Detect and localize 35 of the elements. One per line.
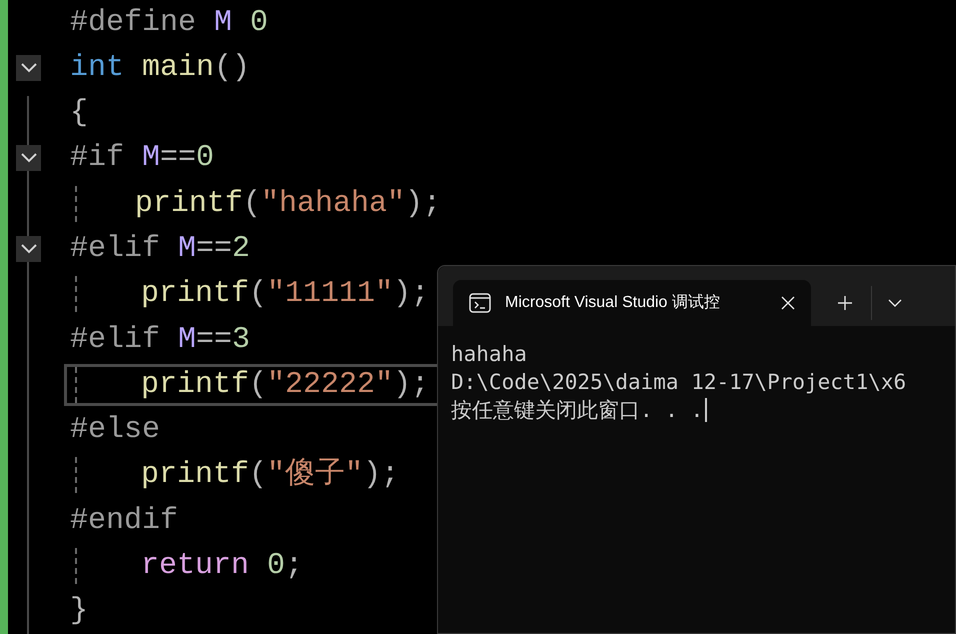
fold-toggle[interactable] (16, 236, 41, 262)
code-line: #elif M==3 (70, 322, 250, 359)
fold-toggle[interactable] (16, 145, 41, 172)
close-icon[interactable] (781, 296, 795, 310)
terminal-output-line: D:\Code\2025\daima 12-17\Project1\x6 (451, 369, 906, 396)
code-line: } (70, 593, 88, 630)
text-cursor (705, 398, 708, 422)
code-line: { (70, 95, 88, 132)
chevron-down-icon (20, 153, 36, 164)
code-line: #define M 0 (70, 4, 268, 42)
indent-guide (75, 276, 77, 312)
indent-guide (75, 366, 77, 403)
code-line: printf("傻子"); (141, 456, 400, 494)
code-line: printf("22222"); (141, 366, 430, 404)
code-line: #else (70, 412, 160, 450)
indent-guide (75, 186, 77, 222)
code-line: printf("hahaha"); (134, 186, 441, 223)
code-line: int main() (70, 50, 250, 87)
indent-guide (75, 548, 77, 584)
terminal-output-line: hahaha (451, 341, 527, 368)
chevron-down-icon (20, 62, 36, 73)
fold-toggle[interactable] (16, 54, 41, 81)
code-line: #if M==0 (70, 140, 214, 178)
chevron-down-icon (20, 244, 36, 254)
terminal-output-line: 按任意键关闭此窗口. . . (451, 397, 704, 424)
console-icon (469, 293, 491, 313)
terminal-tab[interactable]: Microsoft Visual Studio 调试控 (453, 280, 811, 326)
code-line: return 0; (141, 548, 304, 586)
indent-guide (75, 457, 77, 494)
dropdown-icon[interactable] (888, 298, 902, 308)
add-tab-icon[interactable] (837, 295, 853, 311)
code-line: #elif M==2 (70, 231, 250, 268)
tab-title: Microsoft Visual Studio 调试控 (505, 292, 720, 313)
code-line: #endif (70, 502, 178, 540)
code-line: printf("11111"); (141, 276, 430, 314)
